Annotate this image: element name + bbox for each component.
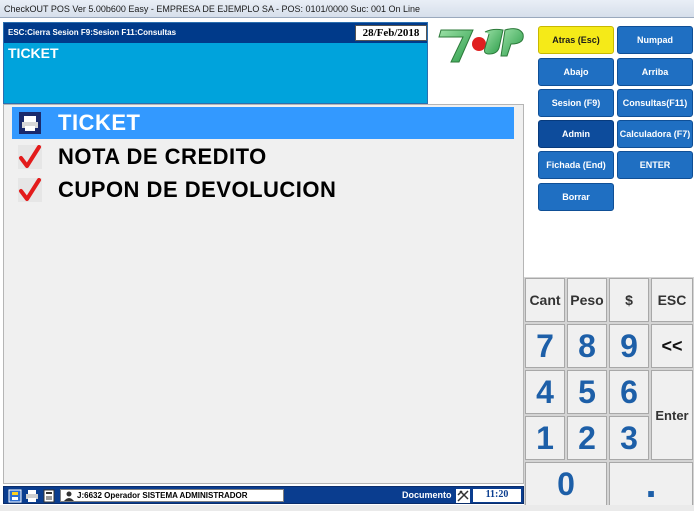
document-type-list: TICKET NOTA DE CREDITO CUPON DE DEVOLUCI… [3, 104, 524, 484]
register-icon[interactable] [42, 489, 56, 503]
key-3[interactable]: 3 [609, 416, 649, 460]
taskbar-strip [0, 505, 694, 511]
admin-button[interactable]: Admin [538, 120, 614, 148]
list-item-label: CUPON DE DEVOLUCION [58, 177, 337, 202]
clear-button[interactable]: Borrar [538, 183, 614, 211]
session-button[interactable]: Sesion (F9) [538, 89, 614, 117]
clock-in-button[interactable]: Fichada (End) [538, 151, 614, 179]
list-item-label: TICKET [58, 110, 141, 135]
operator-text: J:6632 Operador SISTEMA ADMINISTRADOR [77, 490, 248, 500]
key-9[interactable]: 9 [609, 324, 649, 368]
printer-icon[interactable] [25, 489, 39, 503]
document-label: Documento [402, 490, 452, 500]
up-button[interactable]: Arriba [617, 58, 693, 86]
down-button[interactable]: Abajo [538, 58, 614, 86]
list-item-ticket[interactable]: TICKET [12, 107, 514, 139]
checkmark-icon [18, 178, 42, 202]
key-6[interactable]: 6 [609, 370, 649, 414]
window-title-bar: CheckOUT POS Ver 5.00b600 Easy - EMPRESA… [0, 0, 694, 18]
queries-button[interactable]: Consultas(F11) [617, 89, 693, 117]
key-decimal[interactable]: . [609, 462, 693, 506]
key-2[interactable]: 2 [567, 416, 607, 460]
key-8[interactable]: 8 [567, 324, 607, 368]
user-icon [64, 491, 74, 501]
clock-display: 11:20 [473, 489, 521, 502]
key-weight[interactable]: Peso [567, 278, 607, 322]
key-dollar[interactable]: $ [609, 278, 649, 322]
status-bar: J:6632 Operador SISTEMA ADMINISTRADOR Do… [3, 486, 524, 504]
checkmark-icon [18, 145, 42, 169]
key-1[interactable]: 1 [525, 416, 565, 460]
list-item-return-coupon[interactable]: CUPON DE DEVOLUCION [12, 174, 514, 206]
enter-button[interactable]: ENTER [617, 151, 693, 179]
window-title: CheckOUT POS Ver 5.00b600 Easy - EMPRESA… [4, 4, 421, 14]
date-display: 28/Feb/2018 [355, 25, 427, 41]
key-5[interactable]: 5 [567, 370, 607, 414]
key-7[interactable]: 7 [525, 324, 565, 368]
list-item-label: NOTA DE CREDITO [58, 144, 267, 169]
printer-icon [18, 111, 42, 135]
logo-image [438, 28, 524, 63]
calculator-button[interactable]: Calculadora (F7) [617, 120, 693, 148]
operator-info: J:6632 Operador SISTEMA ADMINISTRADOR [60, 489, 284, 502]
numeric-keypad: Cant Peso $ ESC 7 8 9 << 4 5 6 Enter 1 2… [524, 277, 694, 507]
key-escape[interactable]: ESC [651, 278, 693, 322]
numpad-button[interactable]: Numpad [617, 26, 693, 54]
key-enter[interactable]: Enter [651, 370, 693, 460]
back-button[interactable]: Atras (Esc) [538, 26, 614, 54]
key-backspace[interactable]: << [651, 324, 693, 368]
database-icon[interactable] [8, 489, 22, 503]
header-panel: ESC:Cierra Sesion F9:Sesion F11:Consulta… [3, 22, 428, 104]
brand-logo [433, 22, 530, 66]
key-4[interactable]: 4 [525, 370, 565, 414]
tools-icon[interactable] [456, 489, 470, 503]
function-button-panel: Atras (Esc) Numpad Abajo Arriba Sesion (… [531, 22, 694, 277]
header-title: TICKET [8, 45, 59, 61]
key-0[interactable]: 0 [525, 462, 607, 506]
key-quantity[interactable]: Cant [525, 278, 565, 322]
list-item-credit-note[interactable]: NOTA DE CREDITO [12, 141, 514, 173]
